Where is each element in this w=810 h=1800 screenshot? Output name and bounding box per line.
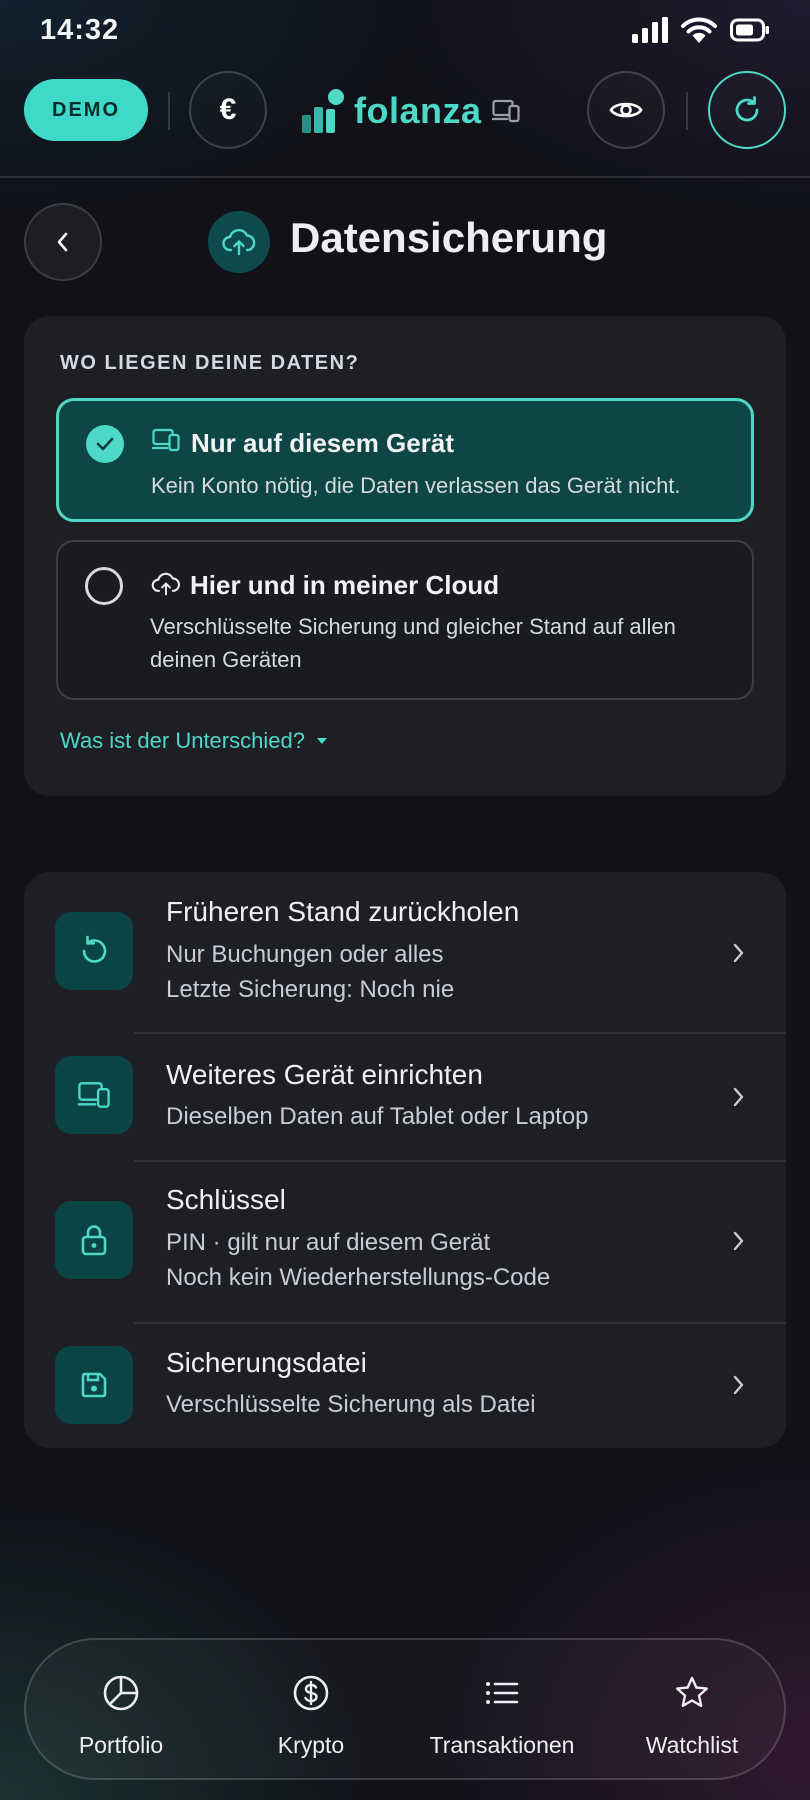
currency-button[interactable]: € [189, 71, 267, 149]
option-title: Hier und in meiner Cloud [190, 570, 500, 600]
restore-icon [82, 935, 107, 963]
chevron-right-icon [733, 943, 744, 963]
chevron-right-icon [733, 1375, 744, 1395]
top-bar-divider-2 [686, 92, 688, 130]
menu-item-restore[interactable]: Früheren Stand zurückholen Nur Buchungen… [24, 872, 786, 1032]
status-bar: 14:32 [0, 0, 810, 60]
demo-button[interactable]: DEMO [24, 79, 148, 141]
row-subtitle: Nur Buchungen oder alles [166, 941, 444, 968]
difference-link-label: Was ist der Unterschied? [60, 728, 305, 753]
bottom-navigation: Portfolio Krypto Transaktionen Watchlist [24, 1638, 786, 1780]
chevron-right-icon [733, 1087, 744, 1107]
option-cloud[interactable]: Hier und in meiner Cloud Verschlüsselte … [56, 540, 754, 700]
cloud-upload-icon [151, 572, 180, 596]
page-title: Datensicherung [290, 214, 608, 261]
storage-location-card: WO LIEGEN DEINE DATEN? Nur auf diesem Ge… [24, 316, 786, 796]
nav-label: Transaktionen [429, 1732, 575, 1758]
chevron-left-icon [57, 232, 68, 252]
chevron-right-icon [733, 1231, 744, 1251]
backup-menu-card: Früheren Stand zurückholen Nur Buchungen… [24, 872, 786, 1448]
row-title: Weiteres Gerät einrichten [166, 1059, 483, 1090]
top-bar-divider [168, 92, 170, 130]
row-title: Sicherungsdatei [166, 1347, 367, 1378]
row-subtitle: Verschlüsselte Sicherung als Datei [166, 1391, 536, 1418]
menu-item-backup-file[interactable]: Sicherungsdatei Verschlüsselte Sicherung… [24, 1324, 786, 1448]
row-subtitle: Dieselben Daten auf Tablet oder Laptop [166, 1103, 589, 1130]
eye-icon [609, 102, 643, 118]
option-description: Verschlüsselte Sicherung und gleicher St… [150, 614, 676, 672]
device-mode-icon [491, 99, 520, 123]
row-subtitle: PIN · gilt nur auf diesem Gerät [166, 1229, 491, 1256]
section-label: WO LIEGEN DEINE DATEN? [60, 352, 360, 374]
row-subtitle-2: Noch kein Wiederherstellungs-Code [166, 1264, 551, 1291]
brand-logo: folanza [302, 84, 520, 138]
pie-chart-icon [103, 1675, 139, 1711]
nav-item-transaktionen[interactable]: Transaktionen [407, 1640, 597, 1782]
option-title: Nur auf diesem Gerät [191, 428, 454, 458]
brand-name: folanza [354, 90, 482, 131]
row-icon-tile [55, 1346, 133, 1424]
back-button[interactable] [24, 203, 102, 281]
row-icon-tile [55, 1201, 133, 1279]
dollar-circle-icon [293, 1675, 329, 1711]
refresh-button[interactable] [708, 71, 786, 149]
star-icon [676, 1676, 708, 1707]
row-title: Früheren Stand zurückholen [166, 896, 520, 927]
nav-label: Watchlist [645, 1732, 739, 1758]
devices-icon [77, 1082, 110, 1108]
list-icon [486, 1682, 519, 1704]
radio-unchecked[interactable] [85, 567, 123, 605]
refresh-icon [735, 96, 759, 122]
checkmark-icon [96, 437, 114, 451]
status-icons [632, 16, 770, 44]
cloud-upload-icon [222, 228, 256, 256]
row-title: Schlüssel [166, 1184, 286, 1215]
visibility-toggle-button[interactable] [587, 71, 665, 149]
nav-label: Krypto [277, 1732, 345, 1758]
caret-down-icon [316, 738, 327, 744]
row-icon-tile [55, 912, 133, 990]
nav-item-krypto[interactable]: Krypto [216, 1640, 406, 1782]
row-subtitle-2: Letzte Sicherung: Noch nie [166, 976, 455, 1003]
devices-icon [152, 428, 180, 452]
save-icon [81, 1372, 107, 1398]
wifi-icon [681, 17, 717, 43]
logo-mark-icon [302, 89, 344, 133]
signal-icon [632, 17, 668, 43]
menu-item-add-device[interactable]: Weiteres Gerät einrichten Dieselben Date… [24, 1034, 786, 1160]
top-app-bar: DEMO € folanza [0, 70, 810, 178]
status-time: 14:32 [40, 13, 120, 46]
option-device-only[interactable]: Nur auf diesem Gerät Kein Konto nötig, d… [56, 398, 754, 522]
page-header: Datensicherung [0, 200, 810, 284]
nav-item-portfolio[interactable]: Portfolio [26, 1640, 216, 1782]
battery-icon [730, 18, 769, 42]
option-description: Kein Konto nötig, die Daten verlassen da… [151, 473, 681, 498]
radio-checked[interactable] [86, 425, 124, 463]
nav-label: Portfolio [78, 1732, 164, 1758]
lock-icon [81, 1225, 107, 1256]
row-icon-tile [55, 1056, 133, 1134]
difference-link[interactable]: Was ist der Unterschied? [60, 728, 329, 754]
title-icon-badge [208, 211, 270, 273]
nav-item-watchlist[interactable]: Watchlist [597, 1640, 787, 1782]
euro-symbol: € [219, 93, 237, 126]
menu-item-keys[interactable]: Schlüssel PIN · gilt nur auf diesem Gerä… [24, 1162, 786, 1322]
